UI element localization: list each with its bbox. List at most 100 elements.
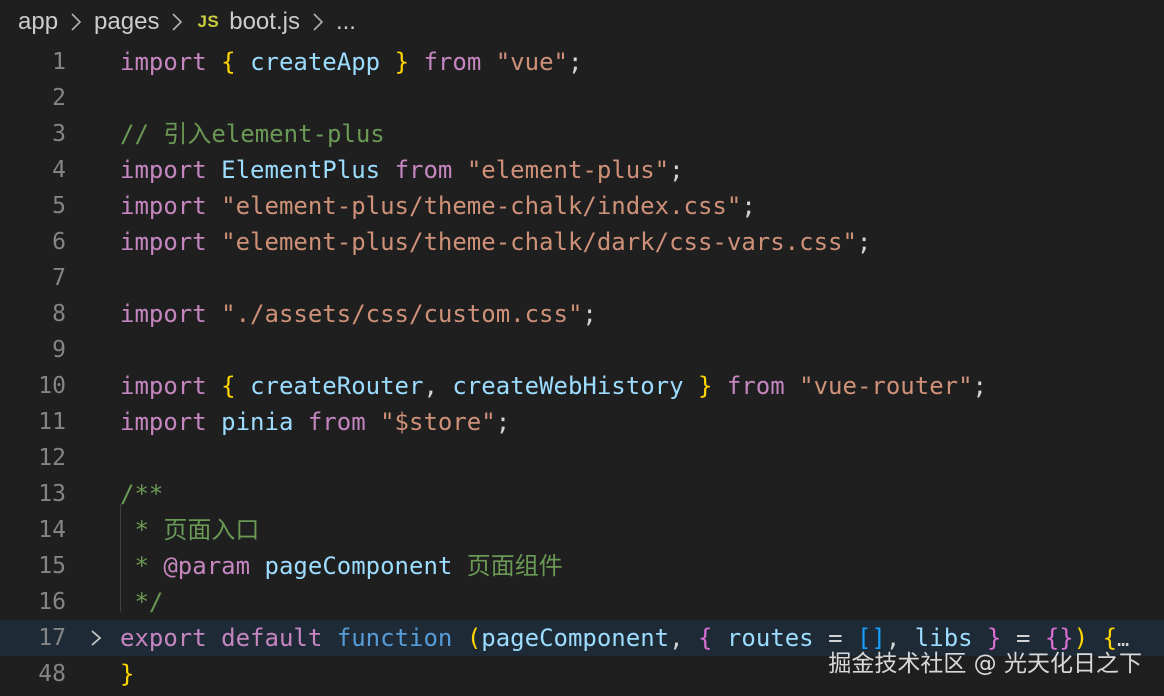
line-number: 10 bbox=[38, 373, 66, 399]
code-token: // 引入element-plus bbox=[120, 120, 385, 148]
code-token: "$store" bbox=[380, 408, 496, 436]
breadcrumb-item-file[interactable]: boot.js bbox=[229, 8, 300, 36]
code-token: { bbox=[221, 372, 236, 400]
code-line[interactable]: 13 /** bbox=[0, 476, 1164, 512]
code-line[interactable]: 4 import ElementPlus from "element-plus"; bbox=[0, 152, 1164, 188]
code-line[interactable]: 15 * @param pageComponent 页面组件 bbox=[0, 548, 1164, 584]
code-line[interactable]: 11 import pinia from "$store"; bbox=[0, 404, 1164, 440]
code-line[interactable]: 8 import "./assets/css/custom.css"; bbox=[0, 296, 1164, 332]
code-token: import bbox=[120, 48, 207, 76]
code-token: from bbox=[394, 156, 453, 184]
code-token: createWebHistory bbox=[452, 372, 684, 400]
code-line[interactable]: 5 import "element-plus/theme-chalk/index.… bbox=[0, 188, 1164, 224]
code-text: */ bbox=[120, 584, 163, 620]
code-line[interactable]: 10 import { createRouter, createWebHistor… bbox=[0, 368, 1164, 404]
code-text: import "element-plus/theme-chalk/dark/cs… bbox=[120, 224, 871, 260]
code-token: createApp bbox=[250, 48, 381, 76]
code-token: import bbox=[120, 192, 207, 220]
code-line[interactable]: 7 bbox=[0, 260, 1164, 296]
code-line[interactable]: 2 bbox=[0, 80, 1164, 116]
code-token: */ bbox=[120, 588, 164, 616]
breadcrumb-overflow[interactable]: ... bbox=[336, 8, 356, 36]
breadcrumb: app pages JS boot.js ... bbox=[0, 0, 1164, 44]
line-number: 8 bbox=[52, 301, 66, 327]
code-token: pinia bbox=[221, 408, 294, 436]
code-token: ; bbox=[972, 372, 987, 400]
chevron-right-icon bbox=[163, 8, 191, 36]
code-token: { bbox=[221, 48, 236, 76]
code-line[interactable]: 3 // 引入element-plus bbox=[0, 116, 1164, 152]
code-token: "vue" bbox=[495, 48, 568, 76]
code-token: from bbox=[423, 48, 482, 76]
code-text: } bbox=[120, 656, 134, 692]
breadcrumb-item-pages[interactable]: pages bbox=[94, 8, 159, 36]
code-text: * 页面入口 bbox=[120, 512, 259, 548]
code-line[interactable]: 14 * 页面入口 bbox=[0, 512, 1164, 548]
code-token: 页面组件 bbox=[452, 552, 563, 580]
code-token: import bbox=[120, 228, 207, 256]
code-token: "vue-router" bbox=[799, 372, 973, 400]
code-token: * bbox=[120, 552, 164, 580]
code-token: ; bbox=[582, 300, 597, 328]
breadcrumb-item-app[interactable]: app bbox=[18, 8, 58, 36]
line-number: 11 bbox=[38, 409, 66, 435]
code-token: { bbox=[698, 624, 713, 652]
code-token: /** bbox=[120, 480, 164, 508]
code-token: from bbox=[307, 408, 366, 436]
code-token: "element-plus/theme-chalk/index.css" bbox=[221, 192, 742, 220]
code-token: "./assets/css/custom.css" bbox=[221, 300, 583, 328]
line-number: 6 bbox=[52, 229, 66, 255]
code-token: function bbox=[336, 624, 453, 652]
code-token: ; bbox=[741, 192, 756, 220]
line-number: 13 bbox=[38, 481, 66, 507]
code-line[interactable]: 16 */ bbox=[0, 584, 1164, 620]
chevron-right-icon bbox=[304, 8, 332, 36]
code-text: import "element-plus/theme-chalk/index.c… bbox=[120, 188, 756, 224]
line-number: 2 bbox=[52, 85, 66, 111]
code-token: pageComponent bbox=[481, 624, 670, 652]
code-token: ; bbox=[669, 156, 684, 184]
code-line[interactable]: 9 bbox=[0, 332, 1164, 368]
line-number: 48 bbox=[38, 661, 66, 687]
line-number: 3 bbox=[52, 121, 66, 147]
code-text: import ElementPlus from "element-plus"; bbox=[120, 152, 684, 188]
code-token: import bbox=[120, 372, 207, 400]
code-token: "element-plus/theme-chalk/dark/css-vars.… bbox=[221, 228, 857, 256]
line-number: 5 bbox=[52, 193, 66, 219]
line-number: 4 bbox=[52, 157, 66, 183]
code-text: // 引入element-plus bbox=[120, 116, 385, 152]
code-token: "element-plus" bbox=[466, 156, 670, 184]
chevron-right-icon bbox=[62, 8, 90, 36]
code-token: } bbox=[394, 48, 410, 76]
line-number: 1 bbox=[52, 49, 66, 75]
code-editor[interactable]: 1 import { createApp } from "vue"; 2 3 // 引入… bbox=[0, 44, 1164, 692]
code-line[interactable]: 1 import { createApp } from "vue"; bbox=[0, 44, 1164, 80]
indent-guide bbox=[120, 504, 121, 612]
code-text: import pinia from "$store"; bbox=[120, 404, 510, 440]
code-token: pageComponent bbox=[264, 552, 453, 580]
js-file-icon: JS bbox=[197, 12, 220, 31]
code-line[interactable]: 12 bbox=[0, 440, 1164, 476]
code-token: default bbox=[221, 624, 323, 652]
code-token: createRouter bbox=[250, 372, 424, 400]
line-number: 14 bbox=[38, 517, 66, 543]
code-token: } bbox=[120, 660, 135, 688]
fold-chevron-icon[interactable] bbox=[86, 620, 108, 656]
code-line[interactable]: 6 import "element-plus/theme-chalk/dark/c… bbox=[0, 224, 1164, 260]
